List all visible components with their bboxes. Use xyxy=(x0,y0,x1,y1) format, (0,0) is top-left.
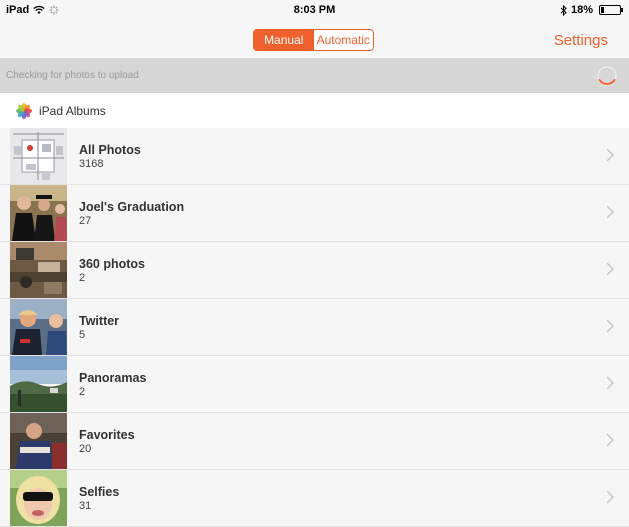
album-row-all-photos[interactable]: All Photos 3168 xyxy=(0,128,629,185)
navigation-bar: Manual Automatic Settings xyxy=(0,22,629,58)
album-count: 3168 xyxy=(79,158,104,170)
albums-section-header: iPad Albums xyxy=(0,93,629,128)
album-thumbnail xyxy=(10,128,67,184)
album-name: 360 photos xyxy=(79,257,145,271)
chevron-right-icon xyxy=(606,490,614,504)
album-count: 27 xyxy=(79,215,92,227)
section-title: iPad Albums xyxy=(39,104,106,118)
album-row-twitter[interactable]: Twitter 5 xyxy=(0,299,629,356)
album-count: 2 xyxy=(79,386,86,398)
settings-button[interactable]: Settings xyxy=(554,32,608,49)
album-thumbnail xyxy=(10,413,67,469)
album-name: Selfies xyxy=(79,485,120,499)
album-row-joels-graduation[interactable]: Joel's Graduation 27 xyxy=(0,185,629,242)
album-thumbnail xyxy=(10,356,67,412)
album-count: 2 xyxy=(79,272,86,284)
album-thumbnail xyxy=(10,185,67,241)
album-row-selfies[interactable]: Selfies 31 xyxy=(0,470,629,527)
battery-icon xyxy=(599,5,623,15)
chevron-right-icon xyxy=(606,262,614,276)
chevron-right-icon xyxy=(606,148,614,162)
upload-status-text: Checking for photos to upload xyxy=(6,70,139,81)
album-row-favorites[interactable]: Favorites 20 xyxy=(0,413,629,470)
album-row-panoramas[interactable]: Panoramas 2 xyxy=(0,356,629,413)
clock: 8:03 PM xyxy=(293,4,336,16)
album-thumbnail xyxy=(10,470,67,526)
status-bar: iPad 8:03 PM 18% xyxy=(0,0,629,22)
bluetooth-icon xyxy=(560,4,567,16)
chevron-right-icon xyxy=(606,205,614,219)
album-count: 20 xyxy=(79,443,92,455)
chevron-right-icon xyxy=(606,319,614,333)
status-right: 18% xyxy=(560,4,623,16)
album-name: Twitter xyxy=(79,314,120,328)
chevron-right-icon xyxy=(606,433,614,447)
album-thumbnail xyxy=(10,299,67,355)
album-count: 5 xyxy=(79,329,86,341)
album-name: All Photos xyxy=(79,143,141,157)
album-list: All Photos 3168 Joel's Graduation 27 360… xyxy=(0,128,629,527)
album-name: Panoramas xyxy=(79,371,147,385)
album-count: 31 xyxy=(79,500,92,512)
album-name: Joel's Graduation xyxy=(79,200,185,214)
battery-percent: 18% xyxy=(570,4,593,16)
album-name: Favorites xyxy=(79,428,135,442)
chevron-right-icon xyxy=(606,376,614,390)
photos-app-icon xyxy=(16,103,32,119)
manual-segment[interactable]: Manual xyxy=(254,30,314,50)
upload-status-bar: Checking for photos to upload xyxy=(0,58,629,93)
automatic-segment[interactable]: Automatic xyxy=(313,30,373,50)
battery-fill xyxy=(601,7,604,13)
upload-mode-segmented-control[interactable]: Manual Automatic xyxy=(253,29,374,51)
loading-spinner-icon xyxy=(597,66,617,86)
album-row-360-photos[interactable]: 360 photos 2 xyxy=(0,242,629,299)
album-thumbnail xyxy=(10,242,67,298)
